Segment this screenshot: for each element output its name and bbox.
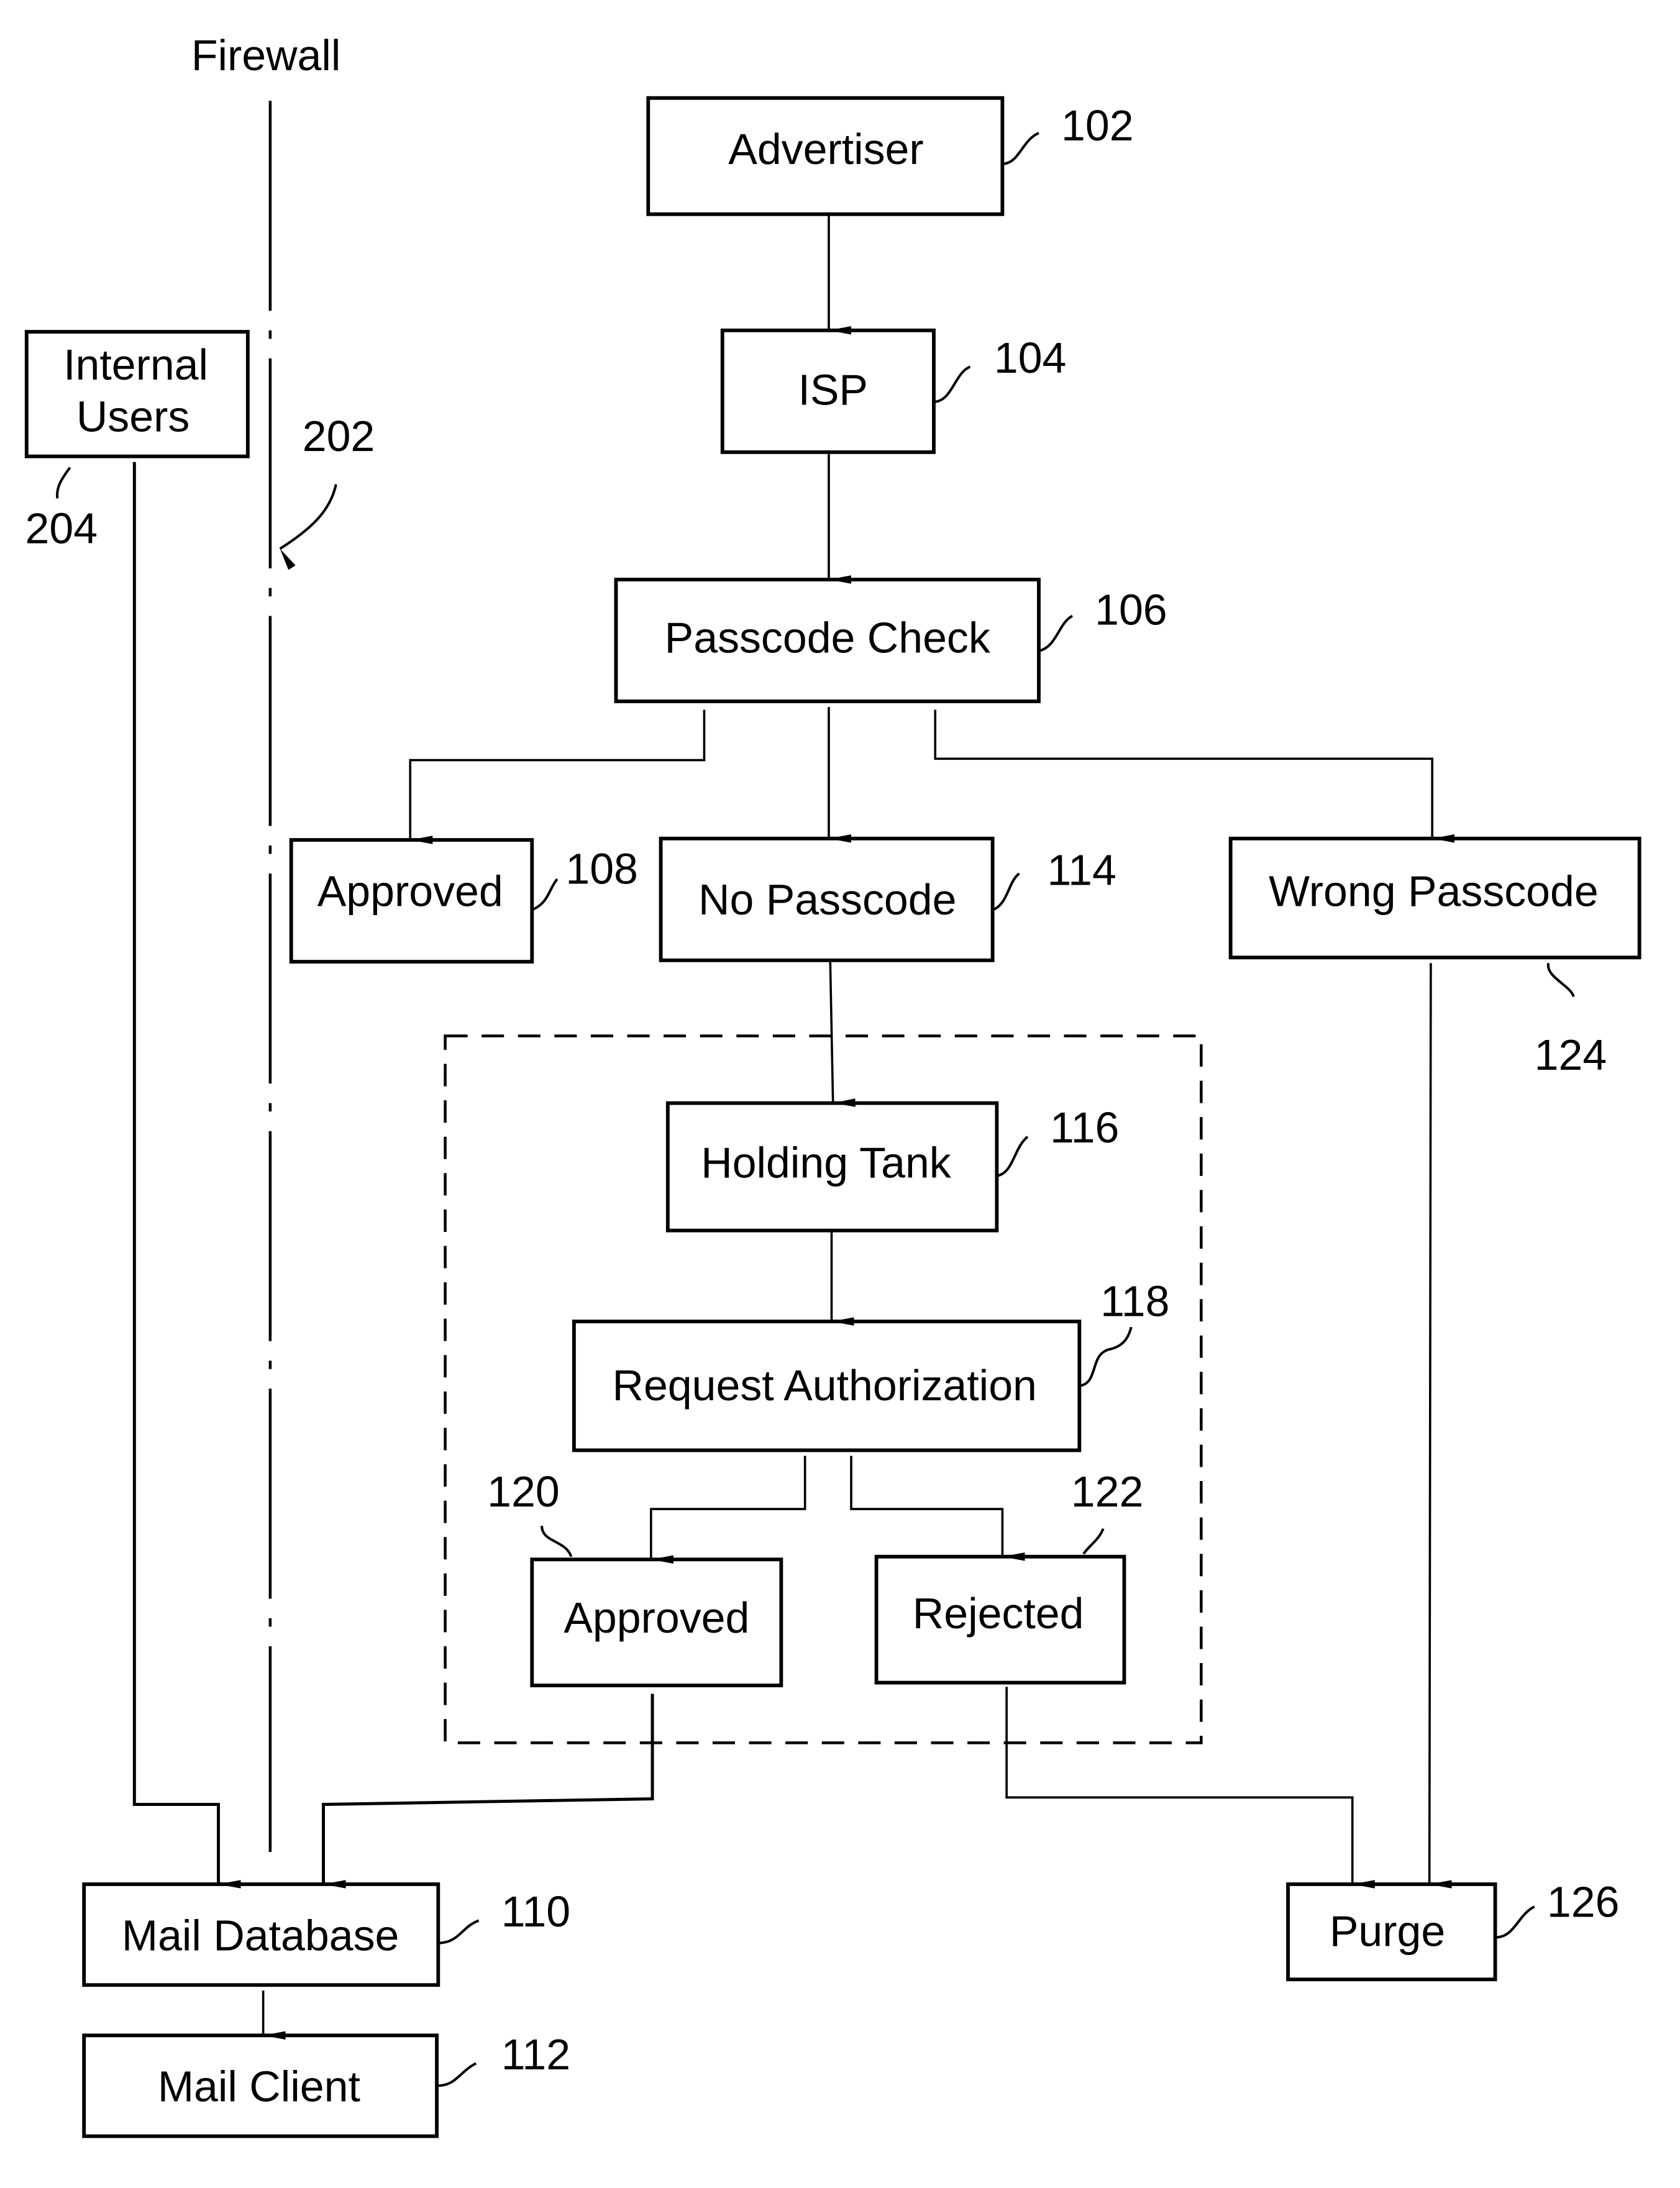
ref-114: 114 bbox=[1047, 846, 1116, 895]
node-mail-database[interactable]: Mail Database bbox=[82, 1882, 441, 1987]
internal-users-label-line2: Users bbox=[76, 392, 189, 440]
ref-124: 124 bbox=[1535, 1031, 1607, 1079]
purge-label: Purge bbox=[1330, 1907, 1445, 1956]
node-approved-120[interactable]: Approved bbox=[530, 1557, 783, 1687]
leader-118 bbox=[1079, 1326, 1133, 1387]
leader-204 bbox=[56, 467, 71, 499]
node-advertiser[interactable]: Advertiser bbox=[646, 96, 1005, 216]
ref-108: 108 bbox=[565, 844, 638, 893]
edge-nopasscode-holding bbox=[829, 960, 856, 1107]
ref-118: 118 bbox=[1100, 1277, 1169, 1326]
node-internal-users[interactable]: Internal Users bbox=[24, 330, 250, 458]
leader-202 bbox=[279, 484, 337, 570]
holding-tank-label: Holding Tank bbox=[701, 1138, 952, 1187]
leader-102 bbox=[1002, 132, 1039, 165]
rejected-label: Rejected bbox=[913, 1589, 1084, 1638]
node-no-passcode[interactable]: No Passcode bbox=[659, 836, 995, 962]
node-holding-tank[interactable]: Holding Tank bbox=[665, 1101, 999, 1233]
request-authorization-label: Request Authorization bbox=[613, 1361, 1037, 1410]
mail-database-label: Mail Database bbox=[122, 1911, 399, 1959]
edge-approved-maildb bbox=[322, 1693, 654, 1889]
node-request-authorization[interactable]: Request Authorization bbox=[572, 1320, 1082, 1452]
leader-112 bbox=[436, 2062, 477, 2087]
node-purge[interactable]: Purge bbox=[1286, 1882, 1497, 1982]
ref-110: 110 bbox=[501, 1887, 570, 1936]
leader-126 bbox=[1495, 1905, 1535, 1939]
leader-108 bbox=[531, 878, 559, 911]
edge-wrong-purge bbox=[1428, 963, 1452, 1889]
internal-users-label-line1: Internal bbox=[63, 340, 208, 389]
leader-110 bbox=[438, 1919, 480, 1944]
ref-126: 126 bbox=[1547, 1877, 1620, 1926]
node-passcode-check[interactable]: Passcode Check bbox=[614, 577, 1041, 703]
edge-passcode-wrong bbox=[934, 709, 1455, 843]
no-passcode-label: No Passcode bbox=[698, 875, 956, 924]
leader-104 bbox=[933, 365, 971, 403]
edge-internalusers-maildb bbox=[132, 462, 241, 1889]
isp-label: ISP bbox=[798, 366, 868, 414]
advertiser-label: Advertiser bbox=[728, 125, 923, 173]
leader-120 bbox=[541, 1525, 573, 1557]
ref-116: 116 bbox=[1050, 1103, 1119, 1152]
node-approved-108[interactable]: Approved bbox=[289, 838, 534, 964]
approved-108-label: Approved bbox=[317, 867, 503, 915]
ref-202: 202 bbox=[303, 412, 375, 460]
ref-104: 104 bbox=[994, 334, 1067, 382]
edge-passcode-approved bbox=[409, 709, 706, 844]
leader-122 bbox=[1082, 1528, 1105, 1555]
ref-122: 122 bbox=[1071, 1467, 1144, 1516]
flowchart: Firewall 202 Internal Users 204 Advertis… bbox=[24, 31, 1641, 2138]
approved-120-label: Approved bbox=[564, 1593, 749, 1642]
node-rejected[interactable]: Rejected bbox=[874, 1554, 1126, 1685]
edge-request-approved bbox=[649, 1456, 806, 1564]
node-mail-client[interactable]: Mail Client bbox=[82, 2033, 439, 2138]
leader-106 bbox=[1038, 614, 1074, 652]
edge-request-rejected bbox=[850, 1456, 1025, 1561]
leader-116 bbox=[996, 1136, 1029, 1177]
ref-204: 204 bbox=[25, 504, 98, 553]
leader-114 bbox=[992, 872, 1020, 911]
ref-112: 112 bbox=[501, 2030, 570, 2079]
edge-rejected-purge bbox=[1005, 1687, 1375, 1889]
ref-120: 120 bbox=[487, 1467, 560, 1516]
ref-106: 106 bbox=[1095, 585, 1167, 634]
node-isp[interactable]: ISP bbox=[720, 328, 936, 454]
wrong-passcode-label: Wrong Passcode bbox=[1269, 867, 1599, 915]
node-wrong-passcode[interactable]: Wrong Passcode bbox=[1228, 836, 1641, 960]
passcode-check-label: Passcode Check bbox=[665, 613, 991, 662]
leader-124 bbox=[1547, 962, 1575, 998]
mail-client-label: Mail Client bbox=[158, 2063, 360, 2111]
firewall-label: Firewall bbox=[191, 31, 341, 80]
ref-102: 102 bbox=[1061, 101, 1134, 150]
